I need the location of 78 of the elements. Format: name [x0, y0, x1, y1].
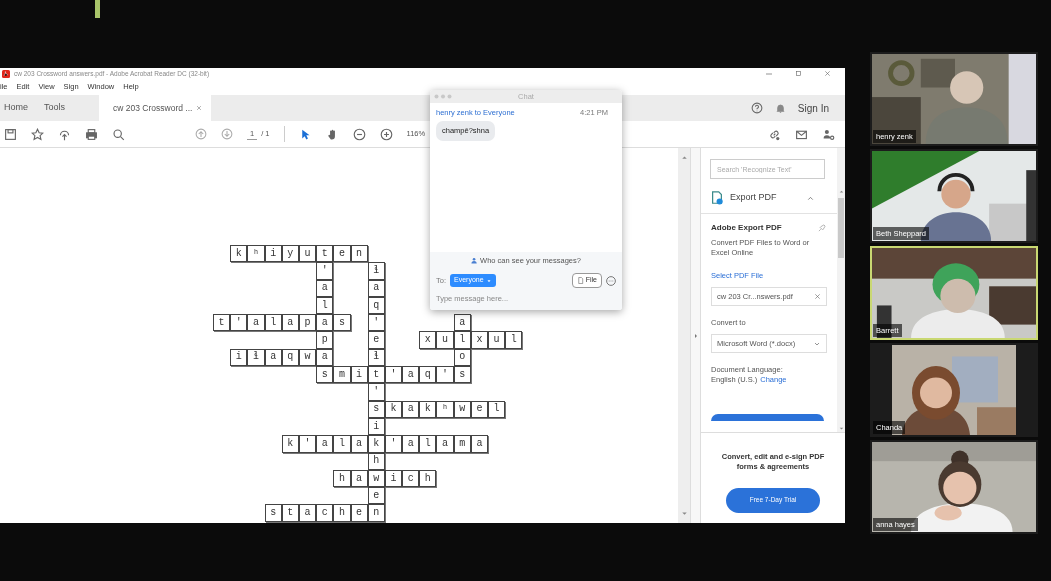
minimize-icon[interactable]: [765, 70, 773, 78]
export-button[interactable]: [711, 413, 824, 421]
crossword-cell: a: [402, 366, 420, 384]
export-pdf-icon: [710, 191, 724, 205]
crossword-cell: ʰ: [436, 400, 454, 418]
crossword-cell: h: [333, 504, 351, 522]
save-icon[interactable]: [4, 127, 17, 141]
star-icon[interactable]: [31, 127, 44, 141]
help-icon[interactable]: [750, 102, 763, 114]
crossword-cell: i: [230, 348, 248, 367]
crossword-cell: ɬ: [367, 262, 385, 280]
crossword-cell: e: [367, 331, 385, 349]
crossword-cell: k: [281, 435, 299, 453]
screen-share-bar: [95, 0, 100, 18]
crossword-cell: p: [316, 331, 334, 349]
crossword-cell: s: [316, 366, 334, 384]
crossword-cell: a: [316, 314, 334, 332]
crossword-cell: h: [419, 469, 437, 488]
zoom-in-icon[interactable]: [379, 127, 393, 141]
tab[interactable]: Tools: [40, 95, 78, 121]
crossword-cell: e: [333, 245, 351, 263]
crossword-cell: u: [488, 331, 506, 349]
crossword-cell: a: [436, 435, 454, 453]
crossword-cell: a: [402, 400, 420, 418]
search-icon[interactable]: [112, 127, 125, 141]
close-icon[interactable]: [824, 70, 831, 78]
crossword-cell: t: [316, 245, 334, 263]
crossword-cell: a: [453, 314, 471, 332]
sign-in-button[interactable]: Sign In: [797, 100, 829, 116]
page-down-icon[interactable]: [221, 128, 233, 140]
crossword-cell: l: [333, 435, 351, 453]
file-icon: [576, 277, 584, 284]
crossword-cell: h: [333, 469, 351, 488]
scroll-down-icon[interactable]: [679, 509, 689, 518]
page-up-icon[interactable]: [195, 128, 207, 140]
crossword-cell: k: [230, 245, 248, 263]
crossword-cell: ': [436, 366, 454, 384]
crossword-cell: q: [419, 366, 437, 384]
crossword-cell: ': [367, 314, 385, 332]
crossword-cell: m: [333, 366, 351, 384]
crossword-cell: k: [419, 400, 437, 418]
crossword-cell: ': [230, 314, 248, 332]
crossword-cell: a: [247, 314, 265, 332]
scrollbar[interactable]: [837, 148, 845, 432]
crossword-cell: ': [316, 262, 334, 280]
crossword-cell: c: [316, 504, 334, 522]
print-icon[interactable]: [85, 127, 98, 141]
bell-icon[interactable]: [774, 102, 786, 114]
crossword-cell: s: [333, 314, 351, 332]
crossword-cell: x: [419, 331, 437, 349]
crossword-cell: ɬ: [247, 348, 265, 367]
crossword-cell: l: [488, 400, 506, 418]
maximize-icon[interactable]: [795, 70, 802, 78]
user-icon[interactable]: [822, 127, 835, 141]
tab[interactable]: Home: [0, 95, 40, 121]
crossword-cell: l: [419, 435, 437, 453]
scroll-up-icon[interactable]: [679, 153, 689, 162]
tool-title[interactable]: Export PDF: [730, 191, 777, 205]
caret-icon: [485, 277, 492, 284]
crossword-cell: t: [213, 314, 231, 332]
scrollbar[interactable]: [678, 148, 690, 523]
more-icon[interactable]: [606, 275, 616, 286]
crossword-cell: ': [367, 383, 385, 401]
panel-heading: Adobe Export PDF: [711, 223, 782, 234]
tab[interactable]: cw 203 Crossword ...: [99, 95, 212, 121]
pin-icon[interactable]: [817, 223, 827, 234]
crossword-cell: e: [367, 487, 385, 505]
crossword-cell: s: [264, 504, 282, 522]
crossword-cell: a: [402, 435, 420, 453]
crossword-cell: ʰ: [247, 245, 265, 263]
crossword-cell: c: [402, 469, 420, 488]
crossword-cell: l: [505, 331, 523, 349]
crossword-cell: u: [436, 331, 454, 349]
zoom-out-icon[interactable]: [352, 127, 366, 141]
clear-icon[interactable]: [814, 293, 821, 301]
crossword-cell: a: [316, 435, 334, 453]
close-icon[interactable]: [196, 105, 203, 111]
person-icon: [471, 257, 479, 265]
